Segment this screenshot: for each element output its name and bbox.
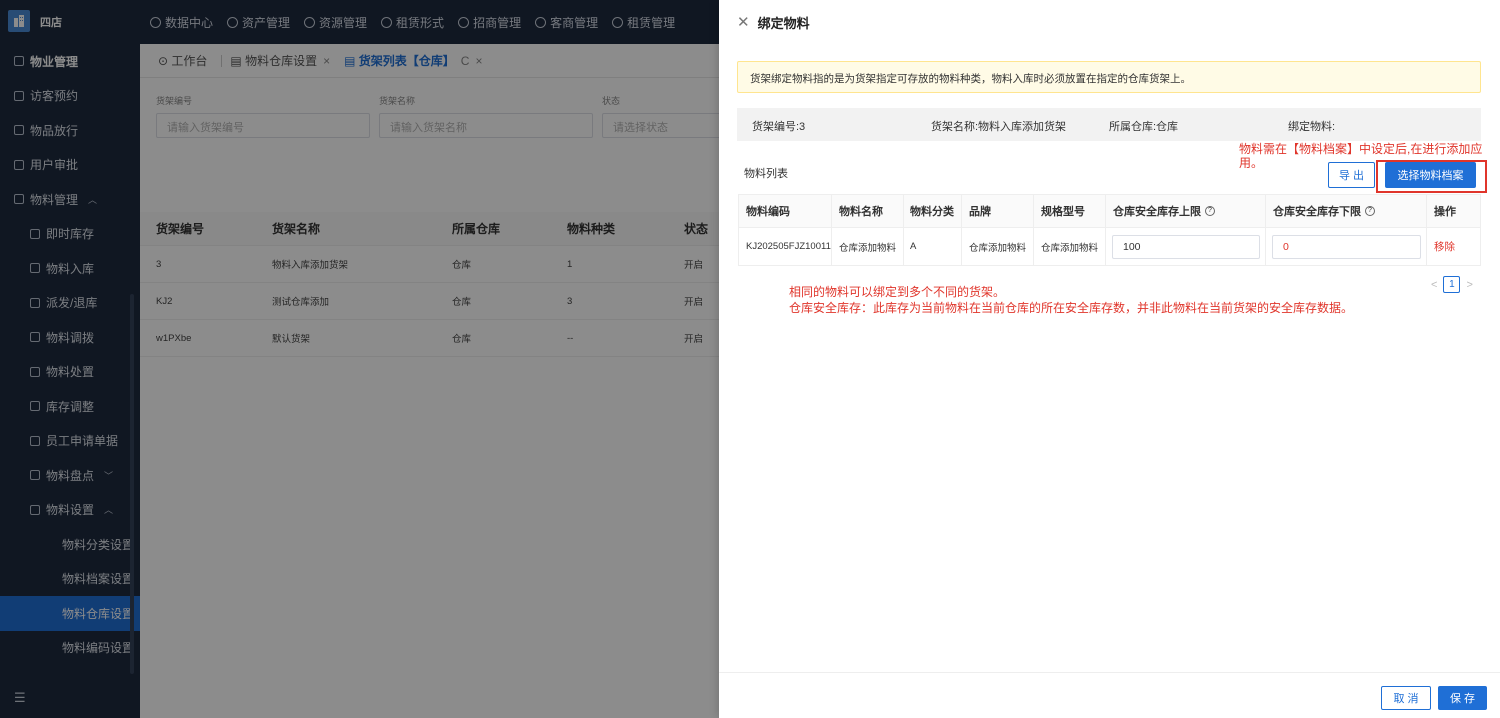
material-spec-cell: 仓库添加物料 [1041,242,1099,254]
annotation-notes: 相同的物料可以绑定到多个不同的货架。 仓库安全库存：此库存为当前物料在当前仓库的… [789,284,1353,316]
remove-link[interactable]: 移除 [1434,239,1455,254]
divider [831,228,832,265]
annotation-line: 相同的物料可以绑定到多个不同的货架。 [789,285,1006,299]
material-category-cell: A [910,241,917,252]
safety-stock-upper-input[interactable]: 100 [1112,235,1260,259]
divider [1033,195,1034,227]
divider [1105,228,1106,265]
column-header: 仓库安全库存上限 [1113,206,1201,218]
column-header: 规格型号 [1041,206,1085,218]
page-number[interactable]: 1 [1443,276,1461,293]
table-header: 物料编码 物料名称 物料分类 品牌 规格型号 仓库安全库存上限? 仓库安全库存下… [739,195,1480,228]
material-name-cell: 仓库添加物料 [839,242,897,254]
notice-banner: 货架绑定物料指的是为货架指定可存放的物料种类，物料入库时必须放置在指定的仓库货架… [737,61,1481,93]
divider [1265,228,1266,265]
divider [1033,228,1034,265]
highlight-box [1376,160,1487,193]
divider [1426,195,1427,227]
shelf-name-info: 货架名称:物料入库添加货架 [931,121,1067,133]
column-header-upper: 仓库安全库存上限? [1113,195,1215,227]
divider [1426,228,1427,265]
help-icon[interactable]: ? [1205,206,1215,216]
divider [903,228,904,265]
column-header-lower: 仓库安全库存下限? [1273,195,1375,227]
divider [1105,195,1106,227]
next-page-icon[interactable]: > [1466,279,1472,291]
material-code-cell: KJ202505FJZ10011 [746,241,831,252]
table-row: KJ202505FJZ10011 仓库添加物料 A 仓库添加物料 仓库添加物料 … [739,228,1480,265]
column-header: 物料分类 [910,206,954,218]
modal-overlay[interactable] [0,0,719,718]
warehouse-info: 所属仓库:仓库 [1109,121,1179,133]
drawer-title: 绑定物料 [757,15,810,31]
column-header: 仓库安全库存下限 [1273,206,1361,218]
shelf-code-info: 货架编号:3 [752,121,806,133]
divider [903,195,904,227]
shelf-info-bar: 货架编号:3 货架名称:物料入库添加货架 所属仓库:仓库 绑定物料: [737,108,1481,141]
column-header: 物料编码 [746,206,790,218]
close-icon[interactable]: ✕ [737,13,750,31]
material-list-title: 物料列表 [744,168,788,180]
divider [961,195,962,227]
column-header: 品牌 [969,206,991,218]
drawer-header: ✕ 绑定物料 [719,0,1500,44]
pagination: < 1 > [1431,276,1473,293]
column-header: 物料名称 [839,206,883,218]
cancel-button[interactable]: 取 消 [1381,686,1431,710]
help-icon[interactable]: ? [1365,206,1375,216]
annotation-line: 仓库安全库存：此库存为当前物料在当前仓库的所在安全库存数，并非此物料在当前货架的… [789,301,1354,315]
safety-stock-lower-input[interactable]: 0 [1272,235,1421,259]
divider [961,228,962,265]
material-table: 物料编码 物料名称 物料分类 品牌 规格型号 仓库安全库存上限? 仓库安全库存下… [738,194,1481,266]
column-header: 操作 [1434,206,1456,218]
save-button[interactable]: 保 存 [1438,686,1487,710]
prev-page-icon[interactable]: < [1431,279,1437,291]
divider [1265,195,1266,227]
drawer-footer: 取 消 保 存 [719,672,1500,718]
divider [831,195,832,227]
bind-material-drawer: ✕ 绑定物料 货架绑定物料指的是为货架指定可存放的物料种类，物料入库时必须放置在… [719,0,1500,718]
bound-material-info: 绑定物料: [1288,121,1336,133]
export-button[interactable]: 导 出 [1328,162,1375,188]
material-brand-cell: 仓库添加物料 [969,242,1027,254]
